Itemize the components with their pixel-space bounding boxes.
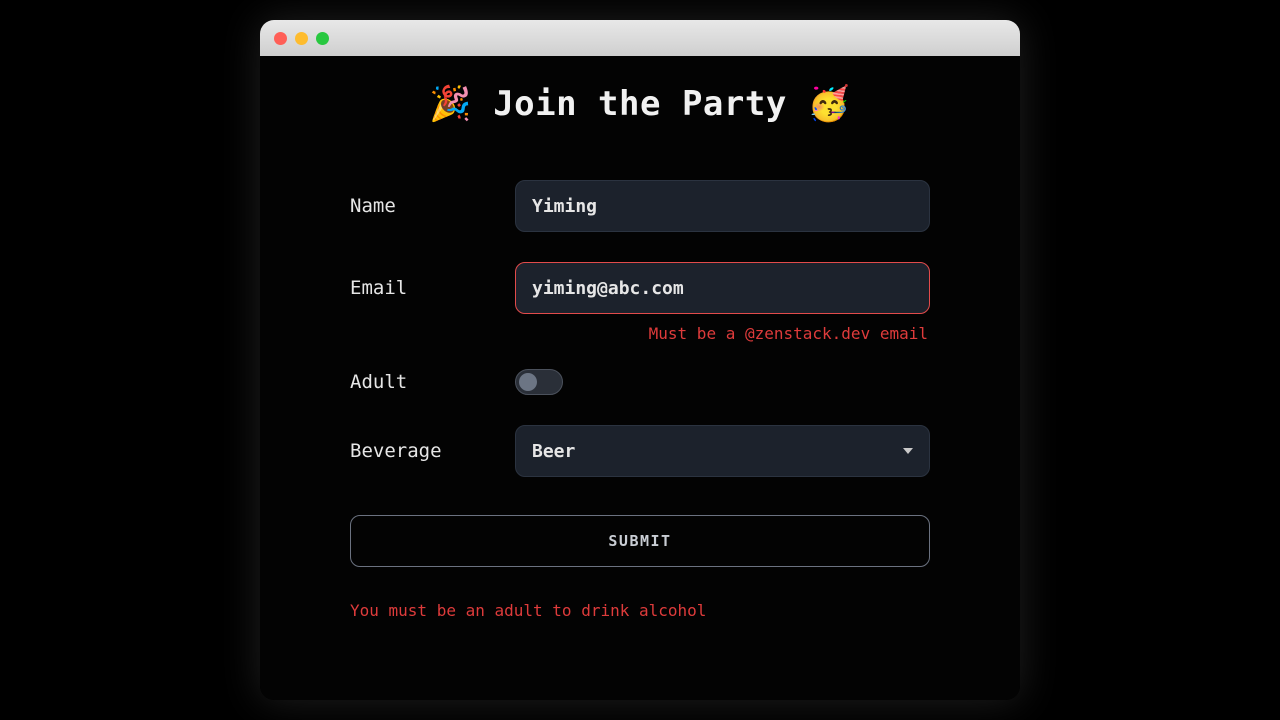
page-title: 🎉 Join the Party 🥳: [320, 84, 960, 124]
maximize-icon[interactable]: [316, 32, 329, 45]
app-window: 🎉 Join the Party 🥳 Name Email Must be a …: [260, 20, 1020, 700]
minimize-icon[interactable]: [295, 32, 308, 45]
beverage-selected-value: Beer: [532, 441, 575, 462]
name-label: Name: [350, 195, 515, 217]
window-titlebar: [260, 20, 1020, 56]
email-error: Must be a @zenstack.dev email: [350, 324, 930, 343]
signup-form: Name Email Must be a @zenstack.dev email…: [350, 180, 930, 620]
beverage-label: Beverage: [350, 440, 515, 462]
beverage-select[interactable]: Beer: [515, 425, 930, 477]
window-content: 🎉 Join the Party 🥳 Name Email Must be a …: [260, 56, 1020, 700]
email-row: Email: [350, 262, 930, 314]
chevron-down-icon: [903, 448, 913, 454]
adult-row: Adult: [350, 369, 930, 395]
toggle-knob-icon: [519, 373, 537, 391]
close-icon[interactable]: [274, 32, 287, 45]
email-label: Email: [350, 277, 515, 299]
adult-toggle[interactable]: [515, 369, 563, 395]
email-field[interactable]: [515, 262, 930, 314]
adult-label: Adult: [350, 371, 515, 393]
beverage-row: Beverage Beer: [350, 425, 930, 477]
name-field[interactable]: [515, 180, 930, 232]
form-error: You must be an adult to drink alcohol: [350, 601, 930, 620]
submit-button[interactable]: SUBMIT: [350, 515, 930, 567]
name-row: Name: [350, 180, 930, 232]
